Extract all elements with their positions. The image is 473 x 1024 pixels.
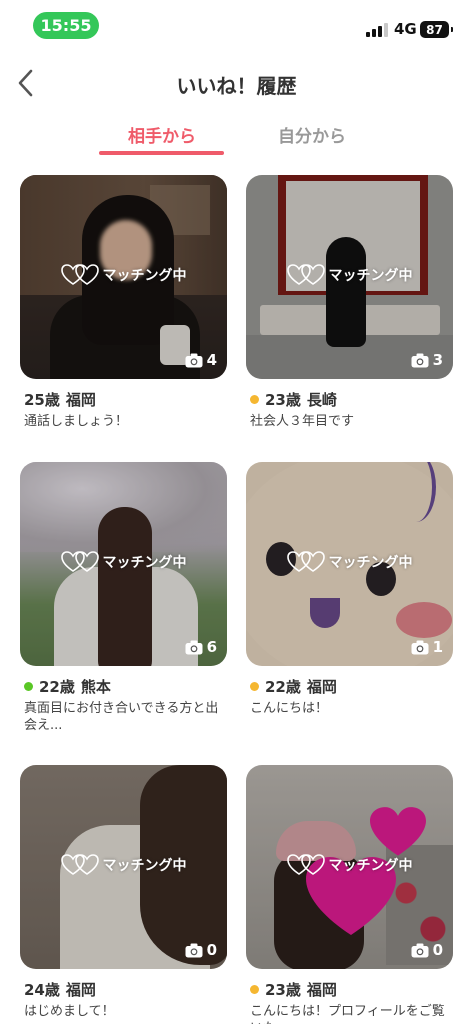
matching-label: マッチング中 [328,555,413,571]
location: 福岡 [65,981,96,999]
photo-count-value: 1 [432,638,443,656]
age-location: 22歳 熊本 [24,676,111,697]
age-location: 22歳 福岡 [250,676,337,697]
photo-count: 0 [411,941,443,959]
camera-icon [185,943,203,957]
bio: こんにちは！プロフィールをご覧いた [250,1004,445,1024]
active-tab-indicator [99,151,224,155]
photo-count: 0 [185,941,217,959]
location: 福岡 [65,391,96,409]
age: 25歳 [24,391,60,409]
matching-badge: マッチング中 [246,551,453,573]
profile-photo[interactable]: マッチング中 0 [20,765,227,969]
age: 24歳 [24,981,60,999]
photo-count-value: 6 [206,638,217,656]
photo-count: 6 [185,638,217,656]
linked-hearts-icon [286,264,325,285]
user-card[interactable]: マッチング中 0 24歳 福岡はじめまして！ [20,765,227,1019]
status-bar: 15:55 4G 87 [0,0,473,56]
camera-icon [411,943,429,957]
matching-label: マッチング中 [328,858,413,874]
tab-from-me[interactable]: 自分から [250,122,374,147]
photo-count-value: 3 [432,351,443,369]
signal-icon [366,21,388,37]
profile-photo[interactable]: マッチング中 4 [20,175,227,379]
matching-label: マッチング中 [102,858,187,874]
matching-label: マッチング中 [102,268,187,284]
battery-icon: 87 [420,21,453,38]
linked-hearts-icon [286,854,325,875]
user-card[interactable]: マッチング中 3 23歳 長崎社会人３年目です [246,175,453,429]
user-card[interactable]: マッチング中 6 22歳 熊本真面目にお付き合いできる方と出会え... [20,462,227,733]
photo-count-value: 4 [206,351,217,369]
age-location: 25歳 福岡 [24,389,96,410]
status-dot [24,682,33,691]
bio: こんにちは！ [250,701,329,716]
matching-badge: マッチング中 [246,854,453,876]
profile-photo[interactable]: マッチング中 6 [20,462,227,666]
matching-badge: マッチング中 [20,854,227,876]
user-card[interactable]: マッチング中 0 23歳福岡こんにちは！プロフィールをご覧いた [246,765,453,1024]
photo-count: 4 [185,351,217,369]
photo-count: 1 [411,638,443,656]
photo-count: 3 [411,351,443,369]
status-dot [250,682,259,691]
linked-hearts-icon [286,551,325,572]
age-location: 23歳 福岡 [250,979,337,1000]
user-card[interactable]: マッチング中 1 22歳 福岡こんにちは！ [246,462,453,716]
camera-icon [411,640,429,654]
user-card[interactable]: マッチング中 4 25歳 福岡通話しましょう！ [20,175,227,429]
age-location: 23歳 長崎 [250,389,337,410]
age: 23歳 [265,981,301,999]
page-title: いいね！履歴 [176,74,297,98]
age: 22歳 [39,678,75,696]
location: 熊本 [80,678,111,696]
age: 23歳 [265,391,301,409]
linked-hearts-icon [60,264,99,285]
camera-icon [411,353,429,367]
tab-from-partner[interactable]: 相手から [100,122,224,147]
matching-label: マッチング中 [102,555,187,571]
bio: はじめまして！ [24,1004,115,1019]
status-dot [250,395,259,404]
photo-count-value: 0 [432,941,443,959]
matching-badge: マッチング中 [20,264,227,286]
location: 福岡 [306,981,337,999]
location: 長崎 [306,391,337,409]
status-dot [250,985,259,994]
matching-label: マッチング中 [328,268,413,284]
profile-photo[interactable]: マッチング中 1 [246,462,453,666]
linked-hearts-icon [60,854,99,875]
bio: 社会人３年目です [250,414,355,429]
bio: 真面目にお付き合いできる方と出会え... [24,701,219,733]
location: 福岡 [306,678,337,696]
age-location: 24歳 福岡 [24,979,96,1000]
camera-icon [185,353,203,367]
profile-photo[interactable]: マッチング中 0 [246,765,453,969]
matching-badge: マッチング中 [20,551,227,573]
photo-count-value: 0 [206,941,217,959]
linked-hearts-icon [60,551,99,572]
age: 22歳 [265,678,301,696]
matching-badge: マッチング中 [246,264,453,286]
profile-photo[interactable]: マッチング中 3 [246,175,453,379]
camera-icon [185,640,203,654]
status-time: 15:55 [33,12,99,39]
bio: 通話しましょう！ [24,414,129,429]
network-type: 4G [394,20,417,38]
